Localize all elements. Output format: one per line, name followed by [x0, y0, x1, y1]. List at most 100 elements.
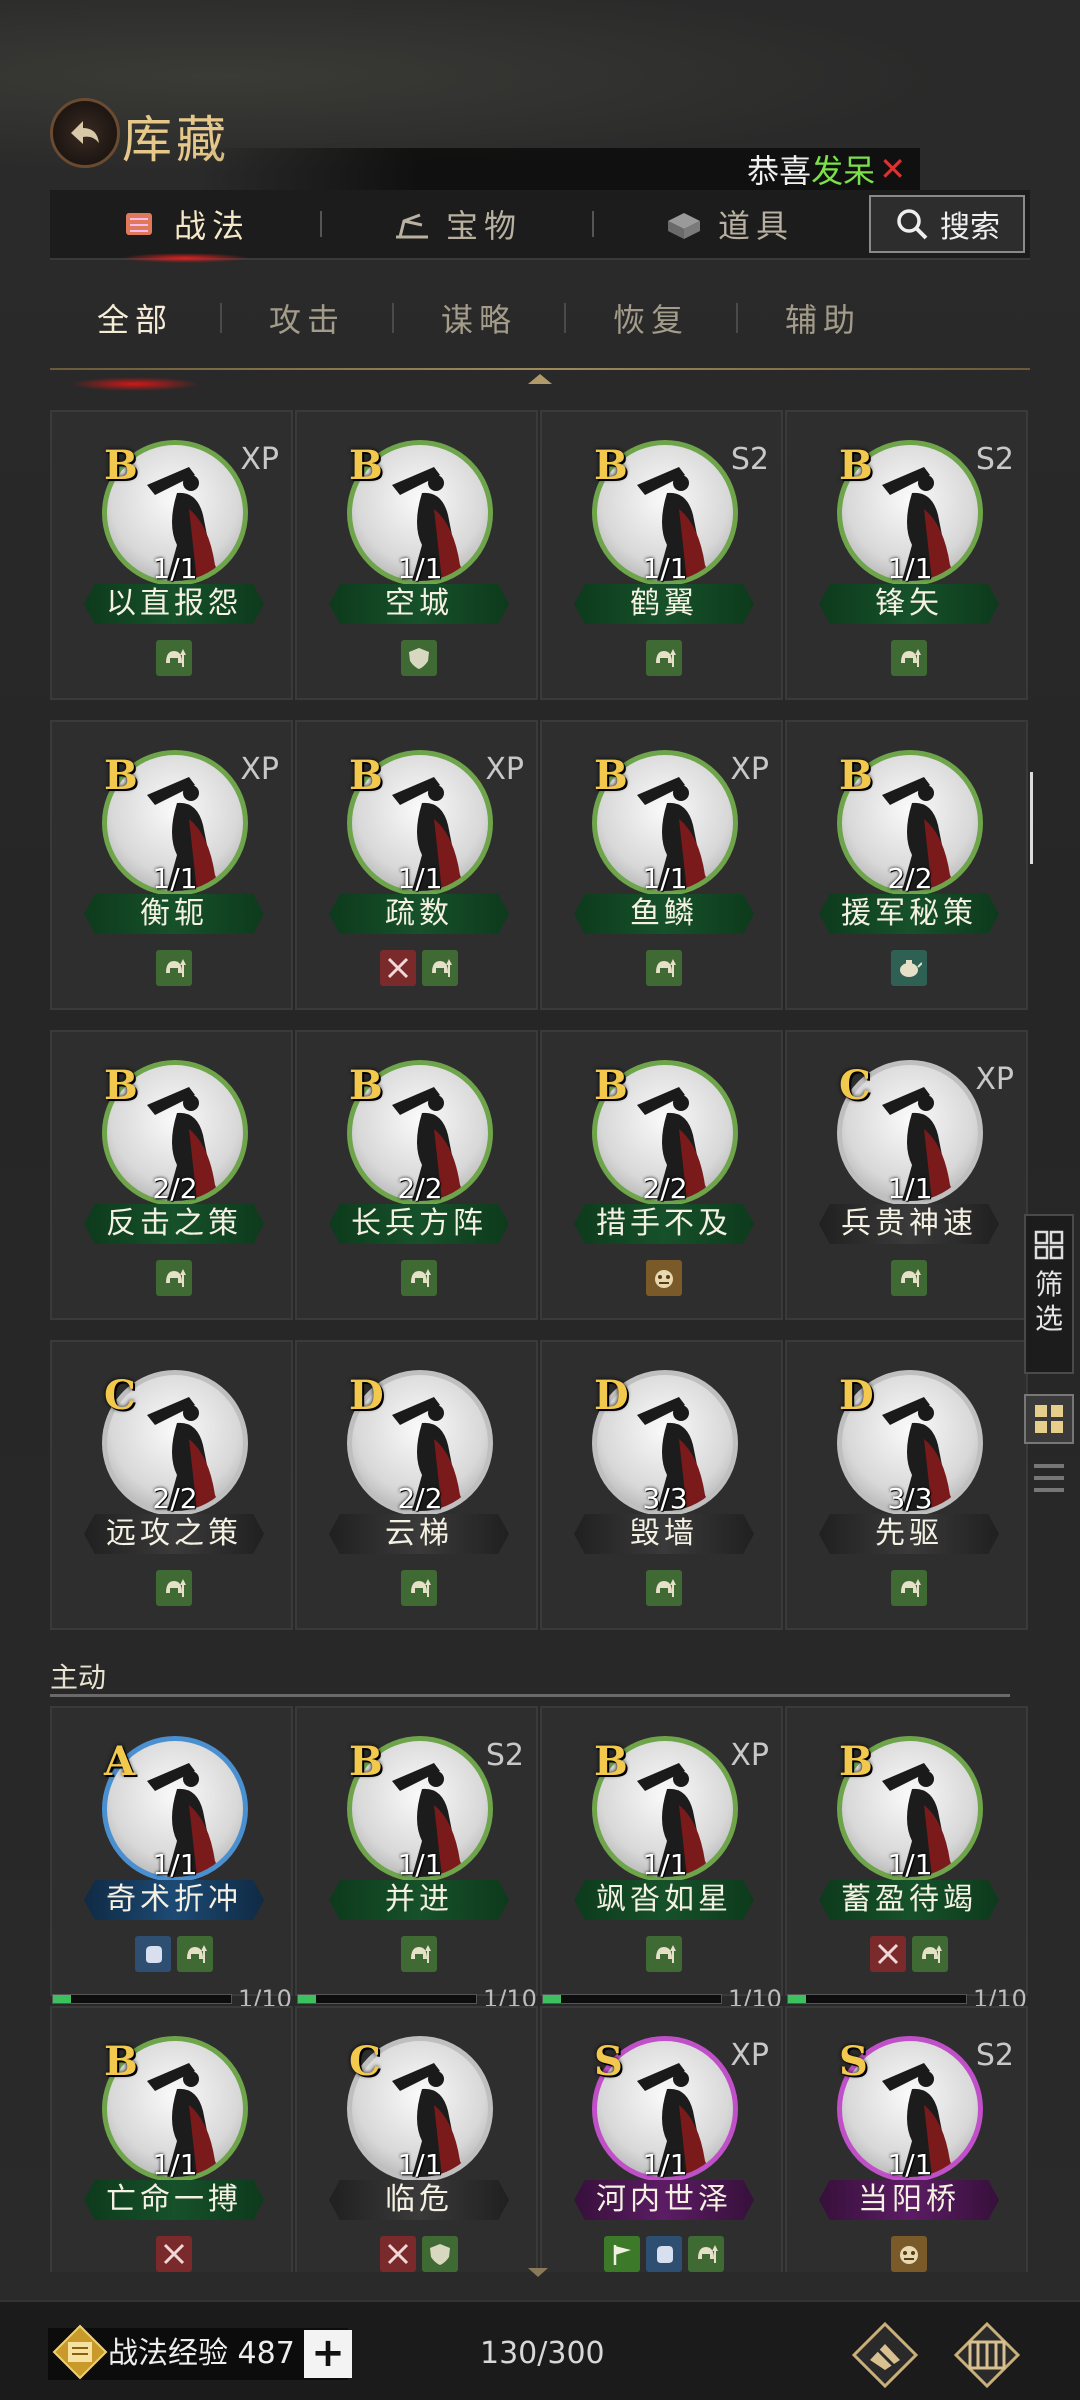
- tactic-count: 2/2: [152, 1482, 198, 1515]
- tactic-card[interactable]: C XP 1/1 兵贵神速: [785, 1030, 1028, 1320]
- scrollbar[interactable]: [1030, 772, 1033, 864]
- bamboo-scroll-icon[interactable]: [952, 2320, 1022, 2390]
- flag-icon: [603, 2236, 640, 2272]
- grade-badge: A: [104, 1738, 136, 1785]
- tab-tactics-label: 战法: [173, 207, 250, 245]
- subtab-strategy[interactable]: 谋略: [394, 295, 564, 341]
- grade-badge: B: [594, 442, 628, 489]
- tactic-card[interactable]: B S2 1/1 鹤翼: [540, 410, 783, 700]
- tactic-card[interactable]: C 1/1 临危: [295, 2006, 538, 2272]
- tactic-type-icons: [787, 2236, 1030, 2272]
- section-label-active: 主动: [50, 1661, 107, 1694]
- tactics-grid: 主动 B XP 1/1 以直报怨 B 1/1 空城 B S2 1/1 鹤翼 B S2 1/1 锋矢 B XP 1/…: [50, 410, 1030, 2272]
- tactic-type-icons: [542, 1936, 785, 1972]
- tactic-card[interactable]: B 1/1 蓄盈待竭 1/10: [785, 1706, 1028, 2013]
- helmet-up-icon: [645, 950, 682, 986]
- search-icon: [897, 209, 928, 240]
- tab-treasures-label: 宝物: [445, 207, 522, 245]
- tactic-card[interactable]: D 3/3 先驱: [785, 1340, 1028, 1630]
- tactic-name: 援军秘策: [819, 894, 999, 934]
- tactic-card[interactable]: B XP 1/1 以直报怨: [50, 410, 293, 700]
- grid-view-button[interactable]: [1024, 1394, 1074, 1444]
- progress-fill: [543, 1995, 561, 2003]
- tactic-card[interactable]: B 1/1 亡命一搏: [50, 2006, 293, 2272]
- convert-icon[interactable]: [850, 2320, 920, 2390]
- tactic-type-icons: [787, 1260, 1030, 1296]
- tactic-type-icons: [52, 2236, 295, 2272]
- swords-icon: [155, 2236, 192, 2272]
- helmet-up-icon: [890, 1570, 927, 1606]
- tactic-card[interactable]: D 3/3 毁墙: [540, 1340, 783, 1630]
- grade-badge: B: [104, 2038, 138, 2085]
- sub-tabs: 全部 攻击 谋略 恢复 辅助: [50, 282, 1030, 391]
- tactic-card[interactable]: B S2 1/1 锋矢: [785, 410, 1028, 700]
- tactic-card[interactable]: B 2/2 反击之策: [50, 1030, 293, 1320]
- grade-badge: B: [104, 1062, 138, 1109]
- tactic-count: 2/2: [152, 1172, 198, 1205]
- tactic-name: 鱼鳞: [574, 894, 754, 934]
- season-tag: XP: [975, 1062, 1014, 1097]
- scroll-down-icon: [528, 2268, 548, 2277]
- subtab-recovery[interactable]: 恢复: [566, 295, 736, 341]
- subtab-all[interactable]: 全部: [50, 295, 220, 391]
- tactic-card[interactable]: D 2/2 云梯: [295, 1340, 538, 1630]
- tab-items-label: 道具: [717, 207, 794, 245]
- notice-text: 恭喜: [747, 152, 812, 190]
- tactic-count: 1/1: [152, 2148, 198, 2181]
- tactic-count: 1/1: [887, 552, 933, 585]
- tactic-count: 3/3: [887, 1482, 933, 1515]
- tactic-count: 2/2: [887, 862, 933, 895]
- tactic-name: 措手不及: [574, 1204, 754, 1244]
- tactic-card[interactable]: C 2/2 远攻之策: [50, 1340, 293, 1630]
- main-tabs: 战法 宝物 道具 搜索: [50, 189, 1030, 263]
- beast-icon: [645, 1260, 682, 1296]
- tactic-card[interactable]: B S2 1/1 并进 1/10: [295, 1706, 538, 2013]
- season-tag: S2: [975, 442, 1014, 477]
- tactic-card[interactable]: B XP 1/1 衡轭: [50, 720, 293, 1010]
- tactic-count: 2/2: [642, 1172, 688, 1205]
- tactic-name: 先驱: [819, 1514, 999, 1554]
- tactic-card[interactable]: B XP 1/1 飒沓如星 1/10: [540, 1706, 785, 2013]
- back-button[interactable]: [50, 98, 120, 168]
- grade-badge: S: [839, 2038, 868, 2085]
- subtab-attack[interactable]: 攻击: [222, 295, 392, 341]
- tactic-name: 以直报怨: [84, 584, 264, 624]
- tactic-card[interactable]: A 1/1 奇术折冲 1/10: [50, 1706, 293, 2013]
- shield-icon: [421, 2236, 458, 2272]
- tab-items[interactable]: 道具: [594, 189, 864, 259]
- tactic-count: 1/1: [152, 1848, 198, 1881]
- list-view-icon[interactable]: [1030, 1458, 1068, 1498]
- box-icon: [667, 213, 700, 239]
- tactic-card[interactable]: B 2/2 援军秘策: [785, 720, 1028, 1010]
- tactic-type-icons: [297, 1260, 540, 1296]
- tactic-name: 云梯: [329, 1514, 509, 1554]
- add-exp-button[interactable]: +: [304, 2330, 352, 2378]
- tab-treasures[interactable]: 宝物: [322, 189, 592, 259]
- helmet-up-icon: [645, 640, 682, 676]
- tactic-count: 1/1: [152, 552, 198, 585]
- tactic-card[interactable]: S XP 1/1 河内世泽: [540, 2006, 783, 2272]
- tab-tactics[interactable]: 战法: [50, 189, 320, 263]
- tactic-type-icons: [52, 1570, 295, 1606]
- tactic-type-icons: [297, 1570, 540, 1606]
- filter-button[interactable]: 筛 选: [1024, 1214, 1074, 1374]
- tactic-card[interactable]: B 2/2 措手不及: [540, 1030, 783, 1320]
- tactic-name: 并进: [329, 1880, 509, 1920]
- tactic-card[interactable]: B XP 1/1 鱼鳞: [540, 720, 783, 1010]
- tactic-row: B 1/1 亡命一搏 C 1/1 临危 S XP 1/1 河内世泽 S S2 1/1 当阳桥: [50, 2006, 1030, 2272]
- tactic-card[interactable]: B 2/2 长兵方阵: [295, 1030, 538, 1320]
- tactic-count: 1/1: [397, 2148, 443, 2181]
- grade-badge: B: [104, 752, 138, 799]
- tactic-card[interactable]: B XP 1/1 疏数: [295, 720, 538, 1010]
- tactic-card[interactable]: S S2 1/1 当阳桥: [785, 2006, 1028, 2272]
- tactic-card[interactable]: B 1/1 空城: [295, 410, 538, 700]
- subtab-support[interactable]: 辅助: [738, 295, 908, 341]
- notice-close-icon[interactable]: ✕: [879, 150, 906, 188]
- season-tag: XP: [485, 752, 524, 787]
- tactic-name: 鹤翼: [574, 584, 754, 624]
- search-button[interactable]: 搜索: [869, 195, 1025, 253]
- swords-icon: [379, 950, 416, 986]
- exp-book-icon: [52, 2324, 108, 2380]
- scroll-up-icon: [528, 374, 552, 384]
- grade-badge: B: [839, 1738, 873, 1785]
